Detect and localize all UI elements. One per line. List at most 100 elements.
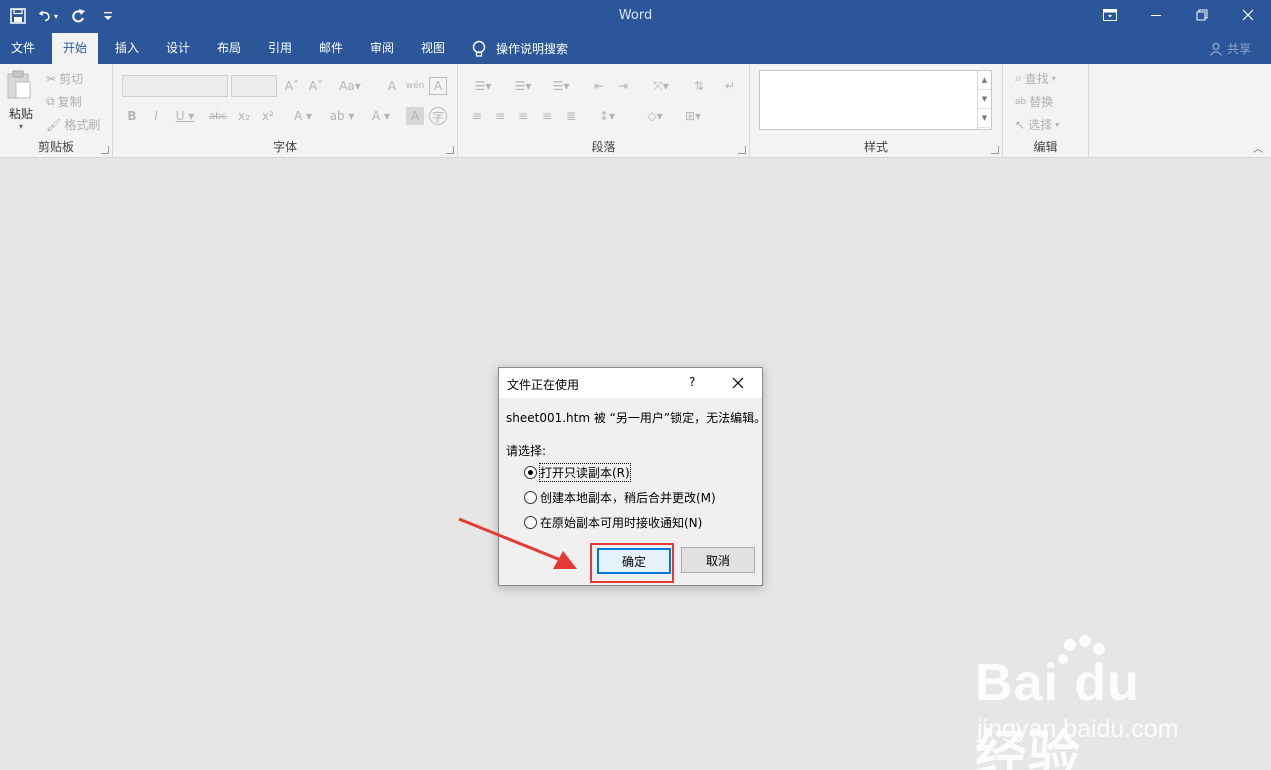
option-local-copy-label: 创建本地副本，稍后合并更改(M) [540, 491, 716, 505]
replace-button[interactable]: ab 替换 [1015, 93, 1053, 110]
share-button[interactable]: 共享 [1209, 40, 1251, 57]
select-button[interactable]: ↖ 选择 ▾ [1015, 116, 1059, 133]
clear-formatting-icon[interactable]: A [383, 77, 401, 95]
grow-font-icon[interactable]: A˄ [283, 77, 301, 95]
paragraph-dialog-launcher[interactable] [738, 146, 746, 154]
cut-label: 剪切 [59, 72, 84, 86]
find-button[interactable]: ⌕ 查找 ▾ [1015, 70, 1056, 87]
distributed-icon[interactable]: ≣ [562, 107, 580, 125]
align-right-icon[interactable]: ≡ [514, 107, 532, 125]
styles-gallery[interactable]: ▲ ▼ ▼ [759, 70, 992, 130]
paste-button[interactable]: 粘贴 ▾ [6, 70, 36, 132]
character-border-icon[interactable]: A [429, 77, 447, 95]
show-marks-icon[interactable]: ↵ [721, 77, 739, 95]
tab-view[interactable]: 视图 [410, 33, 456, 64]
tab-references[interactable]: 引用 [257, 33, 303, 64]
tab-file[interactable]: 文件 [0, 33, 46, 64]
text-effects-icon[interactable]: A ▾ [289, 107, 317, 125]
font-size-dropdown[interactable] [231, 75, 277, 97]
find-label: 查找 [1024, 72, 1049, 86]
tab-design[interactable]: 设计 [155, 33, 201, 64]
font-color-icon[interactable]: A ▾ [367, 107, 395, 125]
superscript-icon[interactable]: x² [259, 107, 277, 125]
decrease-indent-icon[interactable]: ⇤ [590, 77, 608, 95]
highlight-box [590, 543, 674, 583]
align-left-icon[interactable]: ≡ [468, 107, 486, 125]
option-open-read-only[interactable]: 打开只读副本(R) [524, 463, 631, 482]
cursor-icon: ↖ [1015, 117, 1026, 132]
copy-button[interactable]: ⧉ 复制 [46, 93, 82, 110]
watermark-brand: Bai du 经验 [975, 654, 1140, 770]
clipboard-dialog-launcher[interactable] [101, 146, 109, 154]
ribbon-display-options-icon[interactable] [1087, 0, 1133, 30]
dialog-title: 文件正在使用 [507, 378, 580, 392]
bullets-icon[interactable]: ☰▾ [468, 77, 498, 95]
ribbon: 粘贴 ▾ ✂ 剪切 ⧉ 复制 🖌 格式刷 剪贴板 A˄ A˅ Aa▾ A wén A … [0, 64, 1271, 158]
cut-button[interactable]: ✂ 剪切 [46, 70, 83, 87]
shading-icon[interactable]: ◇▾ [640, 107, 670, 125]
chinese-layout-icon[interactable]: ⤧▾ [646, 77, 676, 95]
paragraph-group: ☰▾ ☰▾ ☰▾ ⇤ ⇥ ⤧▾ ⇅ ↵ ≡ ≡ ≡ ≡ ≣ ↕▾ ◇▾ ⊞▾ 段… [458, 64, 750, 158]
choose-label: 请选择: [506, 444, 547, 458]
window-controls [1087, 0, 1271, 30]
borders-icon[interactable]: ⊞▾ [678, 107, 708, 125]
gallery-more-icon[interactable]: ▼ [978, 109, 991, 128]
close-icon[interactable] [731, 376, 745, 390]
watermark-url: jingyan.baidu.com [977, 715, 1179, 743]
tell-me-label: 操作说明搜索 [496, 42, 569, 56]
multilevel-list-icon[interactable]: ☰▾ [546, 77, 576, 95]
brush-icon: 🖌 [46, 117, 62, 132]
sort-icon[interactable]: ⇅ [690, 77, 708, 95]
highlight-color-icon[interactable]: ab ▾ [325, 107, 359, 125]
gallery-up-icon[interactable]: ▲ [978, 71, 991, 90]
tab-home[interactable]: 开始 [52, 33, 99, 64]
italic-icon[interactable]: I [147, 107, 165, 125]
clipboard-icon [7, 70, 31, 99]
tell-me-search[interactable]: 操作说明搜索 [472, 33, 568, 64]
underline-icon[interactable]: U ▾ [171, 107, 199, 125]
subscript-icon[interactable]: x₂ [235, 107, 253, 125]
tab-insert[interactable]: 插入 [104, 33, 150, 64]
bold-icon[interactable]: B [123, 107, 141, 125]
format-painter-button[interactable]: 🖌 格式刷 [46, 116, 100, 133]
clipboard-group-label: 剪贴板 [37, 140, 74, 154]
replace-label: 替换 [1029, 95, 1054, 109]
change-case-icon[interactable]: Aa▾ [336, 77, 364, 95]
font-dialog-launcher[interactable] [446, 146, 454, 154]
numbering-icon[interactable]: ☰▾ [508, 77, 538, 95]
increase-indent-icon[interactable]: ⇥ [614, 77, 632, 95]
ribbon-tabs: 文件 开始 插入 设计 布局 引用 邮件 审阅 视图 操作说明搜索 共享 [0, 33, 1271, 64]
cancel-button[interactable]: 取消 [681, 547, 755, 573]
option-read-only-label: 打开只读副本(R) [539, 463, 631, 482]
character-shading-icon[interactable]: A [406, 107, 424, 125]
restore-icon[interactable] [1179, 0, 1225, 30]
line-spacing-icon[interactable]: ↕▾ [592, 107, 622, 125]
styles-dialog-launcher[interactable] [991, 146, 999, 154]
radio-read-only[interactable] [524, 466, 537, 479]
strikethrough-icon[interactable]: abc [209, 107, 227, 125]
font-name-dropdown[interactable] [122, 75, 228, 97]
format-painter-label: 格式刷 [64, 118, 101, 132]
align-center-icon[interactable]: ≡ [491, 107, 509, 125]
select-label: 选择 [1028, 118, 1053, 132]
phonetic-guide-icon[interactable]: wén [406, 77, 425, 95]
editing-group-label: 编辑 [1033, 140, 1058, 154]
justify-icon[interactable]: ≡ [538, 107, 556, 125]
gallery-down-icon[interactable]: ▼ [978, 90, 991, 109]
tab-layout[interactable]: 布局 [206, 33, 252, 64]
title-bar: ▾ Word [0, 0, 1271, 33]
minimize-icon[interactable] [1133, 0, 1179, 30]
close-window-icon[interactable] [1225, 0, 1271, 30]
styles-group-label: 样式 [863, 140, 888, 154]
tab-mailings[interactable]: 邮件 [308, 33, 354, 64]
enclose-characters-icon[interactable]: 字 [429, 107, 447, 125]
help-button[interactable]: ? [689, 375, 695, 389]
copy-icon: ⧉ [46, 94, 55, 108]
font-group: A˄ A˅ Aa▾ A wén A B I U ▾ abc x₂ x² A ▾ … [113, 64, 458, 158]
shrink-font-icon[interactable]: A˅ [307, 77, 325, 95]
option-local-copy[interactable]: 创建本地副本，稍后合并更改(M) [524, 489, 716, 506]
radio-local-copy[interactable] [524, 491, 537, 504]
paste-label: 粘贴 [8, 107, 33, 121]
collapse-ribbon-icon[interactable]: ︿ [1253, 140, 1263, 155]
tab-review[interactable]: 审阅 [359, 33, 405, 64]
